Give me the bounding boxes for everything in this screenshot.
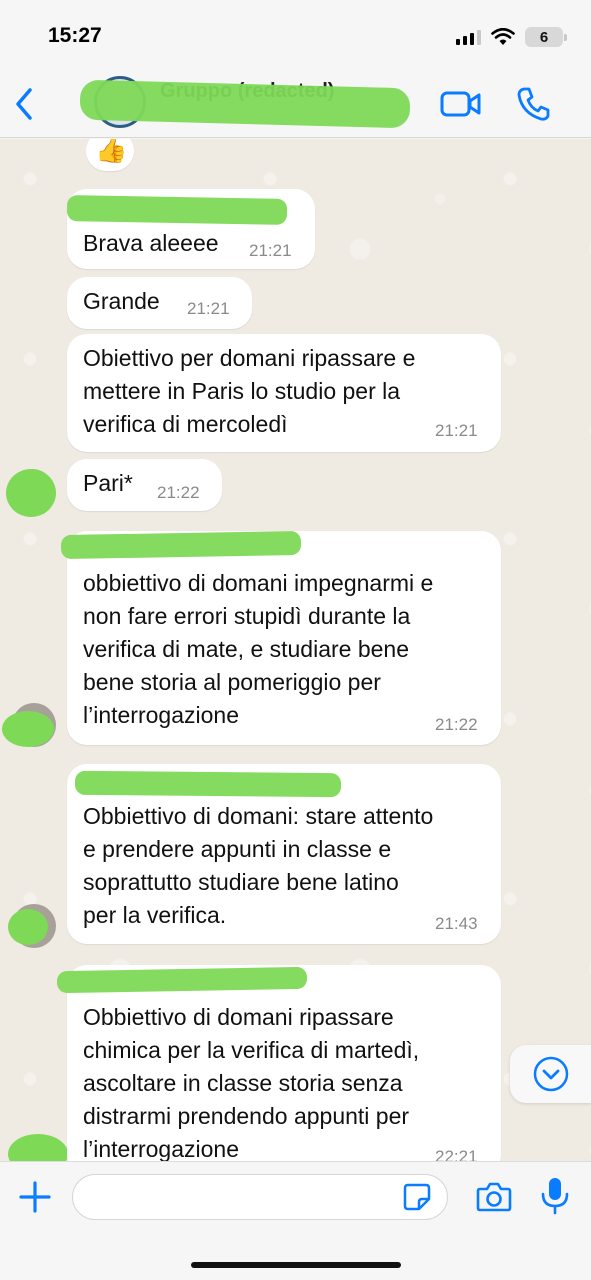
message-bubble[interactable]: Obbiettivo di domani ripassare chimica p…: [56, 965, 501, 1161]
redaction-mark: [6, 469, 56, 517]
scroll-to-bottom-button[interactable]: [510, 1045, 591, 1103]
message-text: obbiettivo di domani impegnarmi e non fa…: [83, 570, 434, 728]
message-bubble[interactable]: obbiettivo di domani impegnarmi e non fa…: [60, 530, 501, 745]
message-time: 22:21: [435, 1147, 478, 1161]
redaction-mark: [60, 530, 302, 560]
message-bubble[interactable]: Grande 21:21: [67, 277, 252, 329]
message-time: 21:21: [249, 241, 292, 260]
thumbs-up-icon: 👍: [95, 139, 128, 164]
status-bar: 15:27 6: [0, 0, 591, 70]
message-bubble[interactable]: Pari* 21:22: [67, 459, 222, 511]
redaction-mark: [74, 770, 342, 798]
sticker-icon[interactable]: [402, 1182, 432, 1212]
redaction-mark: [66, 195, 288, 225]
redaction-mark: [8, 909, 48, 945]
message-text: Brava aleeee: [83, 230, 219, 256]
message-bubble[interactable]: Brava aleeee 21:21: [66, 189, 315, 269]
message-input[interactable]: [72, 1174, 448, 1220]
message-text: Pari*: [83, 470, 133, 496]
redaction-mark: [2, 711, 54, 747]
reaction-bubble: 👍: [86, 139, 134, 171]
battery-level: 6: [539, 28, 549, 46]
message-text: Obbiettivo di domani ripassare chimica p…: [83, 1004, 420, 1161]
message-text: Obbiettivo di domani: stare attento e pr…: [83, 803, 434, 928]
message-bubble[interactable]: Obiettivo per domani ripassare e mettere…: [67, 334, 501, 452]
input-bar: [0, 1161, 591, 1280]
chevron-down-icon: [533, 1056, 569, 1092]
status-time: 15:27: [48, 24, 102, 47]
sender-avatar[interactable]: [8, 1134, 68, 1161]
home-indicator: [191, 1262, 401, 1268]
microphone-icon[interactable]: [540, 1176, 570, 1216]
message-text: Grande: [83, 288, 160, 314]
status-icons: 6: [456, 27, 567, 47]
chat-area[interactable]: 👍 Brava aleeee 21:21 Grande 21:21 Obiett…: [0, 139, 591, 1161]
chat-header: Gruppo (redacted) ...: [0, 70, 591, 138]
signal-icon: [456, 29, 481, 45]
message-time: 21:43: [435, 914, 478, 933]
message-time: 21:21: [187, 299, 230, 318]
video-call-icon[interactable]: [440, 88, 482, 120]
message-time: 21:22: [157, 483, 200, 502]
message-time: 21:21: [435, 421, 478, 440]
message-text: Obiettivo per domani ripassare e mettere…: [83, 345, 416, 437]
back-chevron-icon[interactable]: [10, 84, 40, 124]
message-bubble[interactable]: Obbiettivo di domani: stare attento e pr…: [67, 764, 501, 944]
wifi-icon: [491, 28, 515, 45]
battery-icon: 6: [525, 27, 567, 47]
redaction-mark: [56, 966, 308, 994]
camera-icon[interactable]: [476, 1180, 512, 1214]
phone-icon[interactable]: [516, 86, 550, 122]
plus-icon[interactable]: [18, 1180, 52, 1214]
message-time: 21:22: [435, 715, 478, 734]
